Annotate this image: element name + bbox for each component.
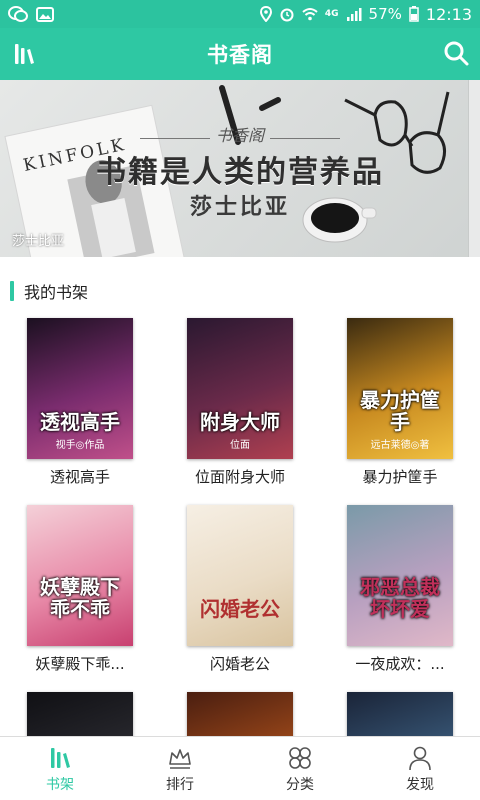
bookshelf-menu-icon[interactable] xyxy=(10,40,38,68)
book-title: 暴力护筐手 xyxy=(362,468,438,486)
battery-percent: 57% xyxy=(368,5,402,23)
bottom-nav: 书架 排行 分类 发现 xyxy=(0,736,480,800)
book-title: 妖孽殿下乖... xyxy=(35,655,125,673)
cover-subtitle: 远古莱德◎著 xyxy=(370,440,430,451)
nav-bookshelf[interactable]: 书架 xyxy=(0,737,120,800)
nav-label: 排行 xyxy=(166,776,194,793)
app-bar: 书香阁 xyxy=(0,28,480,80)
nav-category[interactable]: 分类 xyxy=(240,737,360,800)
alarm-icon xyxy=(280,8,294,22)
search-icon[interactable] xyxy=(442,39,470,67)
book-cover[interactable]: 闪婚老公 xyxy=(187,505,293,646)
clock: 12:13 xyxy=(425,4,472,24)
book-cover[interactable]: 妖孽殿下乖不乖 xyxy=(27,505,133,646)
wechat-icon xyxy=(8,6,28,22)
banner-headline: 书籍是人类的营养品 xyxy=(96,155,384,190)
wifi-icon xyxy=(302,8,318,21)
book-title: 闪婚老公 xyxy=(209,655,270,673)
shelf-title: 我的书架 xyxy=(24,283,89,302)
nav-label: 分类 xyxy=(286,776,314,793)
discover-icon xyxy=(409,746,431,770)
nav-ranking[interactable]: 排行 xyxy=(120,737,240,800)
cover-title: 暴力护筐手 xyxy=(360,388,440,434)
cover-title: 邪恶总裁坏坏爱 xyxy=(360,575,440,621)
banner-logo-line-right xyxy=(270,138,340,139)
nav-label: 书架 xyxy=(46,776,74,793)
bookshelf-icon xyxy=(51,747,70,768)
cover-subtitle: 位面 xyxy=(230,440,250,451)
banner-caption: 莎士比亚 xyxy=(12,234,65,249)
crown-icon xyxy=(169,748,191,769)
cover-title: 附身大师 xyxy=(200,410,280,434)
banner-next-peek xyxy=(468,80,480,257)
banner[interactable]: KINFOLK 书香阁 书籍是人类的营养品 莎士比亚 莎士比亚 xyxy=(0,80,480,257)
book-cover[interactable]: 邪恶总裁坏坏爱 xyxy=(347,505,453,646)
battery-icon xyxy=(409,6,419,22)
banner-author: 莎士比亚 xyxy=(189,195,290,220)
status-right: 4G 57% 12:13 xyxy=(259,4,472,24)
network-type: 4G xyxy=(324,9,339,19)
cover-title: 闪婚老公 xyxy=(200,597,280,621)
signal-icon xyxy=(346,8,362,21)
status-bar: 4G 57% 12:13 xyxy=(0,0,480,28)
nav-label: 发现 xyxy=(406,776,434,793)
banner-logo: 书香阁 xyxy=(215,126,264,145)
cover-title: 透视高手 xyxy=(40,410,120,434)
nav-discover[interactable]: 发现 xyxy=(360,737,480,800)
book-title: 透视高手 xyxy=(49,468,110,486)
book-title: 一夜成欢：... xyxy=(355,655,445,673)
book-cover[interactable]: 透视高手 视手◎作品 xyxy=(27,318,133,459)
book-title: 位面附身大师 xyxy=(194,468,285,486)
location-icon xyxy=(259,6,272,22)
cover-subtitle: 视手◎作品 xyxy=(55,440,105,451)
screen: 4G 57% 12:13 书香阁 KINFOLK 书香阁 书籍是人类的营养品 莎… xyxy=(0,0,480,800)
book-cover[interactable]: 附身大师 位面 xyxy=(187,318,293,459)
gallery-icon xyxy=(36,6,54,22)
shelf-accent-bar xyxy=(10,281,14,301)
category-icon xyxy=(289,746,311,769)
shelf-header: 我的书架 xyxy=(0,271,480,311)
app-title: 书香阁 xyxy=(207,43,273,67)
cover-title: 妖孽殿下乖不乖 xyxy=(40,575,120,621)
book-cover[interactable]: 暴力护筐手 远古莱德◎著 xyxy=(347,318,453,459)
status-left xyxy=(8,6,54,22)
